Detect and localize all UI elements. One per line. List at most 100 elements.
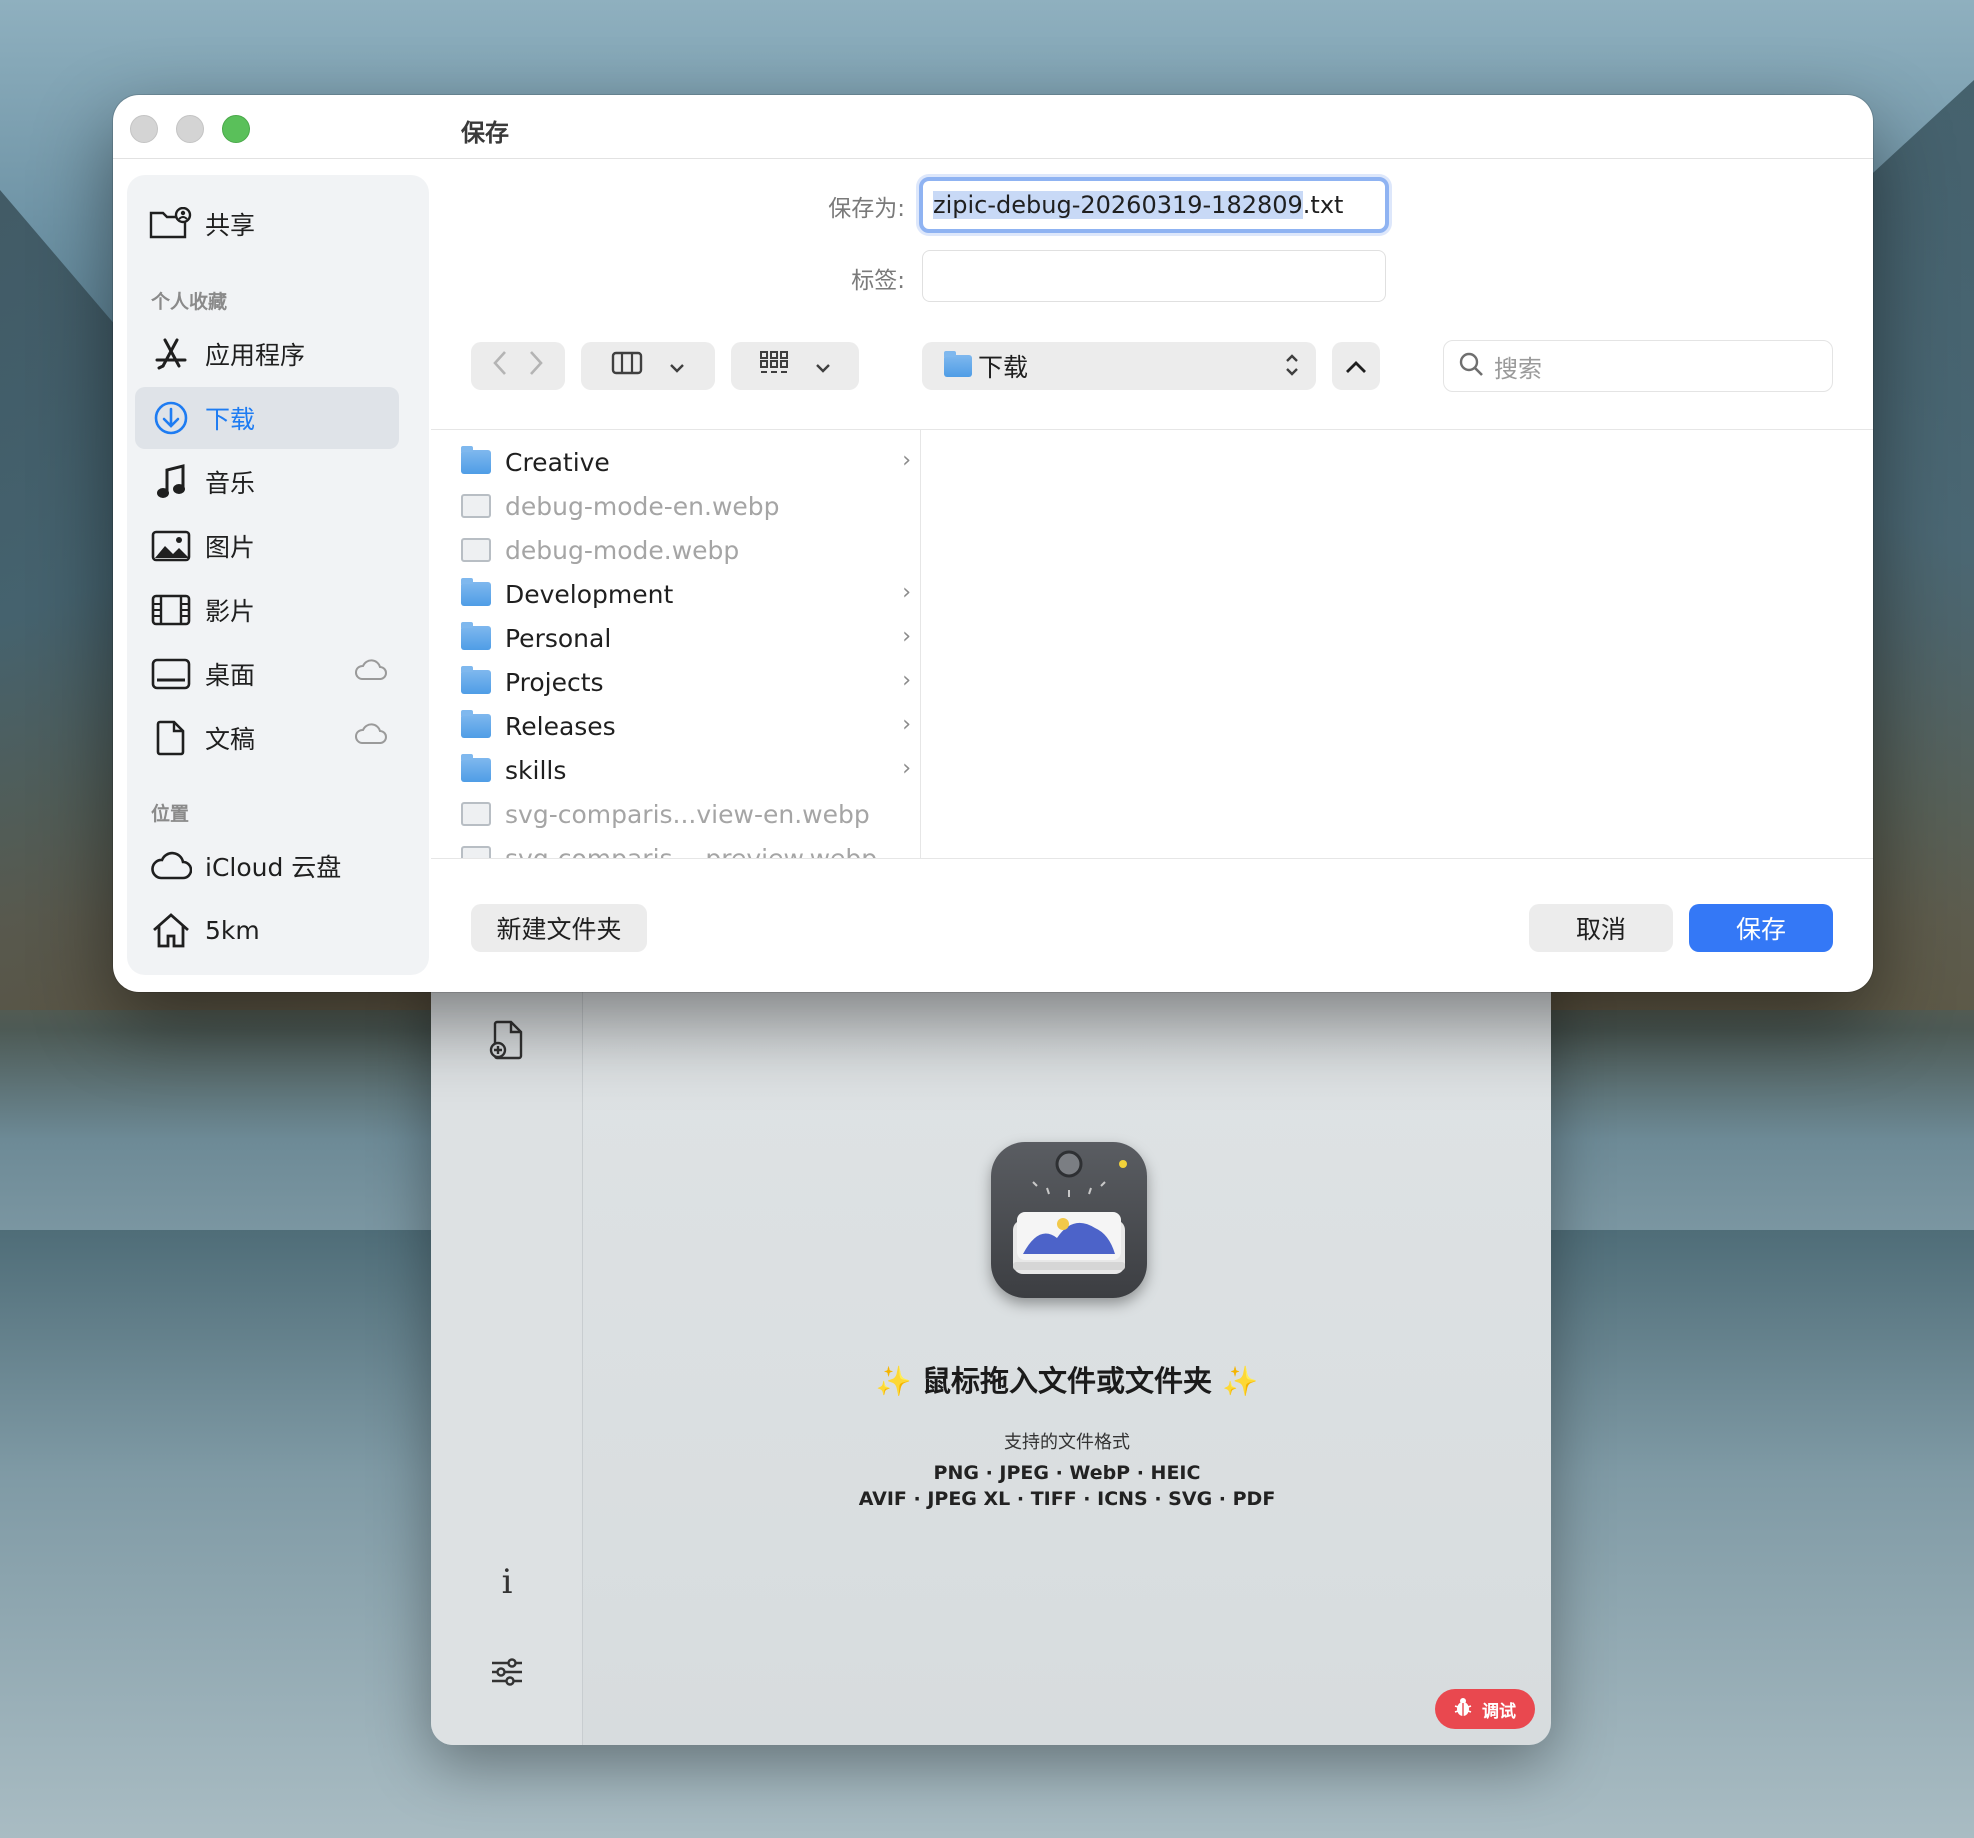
app-store-icon bbox=[149, 332, 193, 376]
chevron-down-icon bbox=[815, 351, 831, 381]
zipic-logo-icon bbox=[991, 1142, 1147, 1298]
list-item: svg-comparis...view-en.webp bbox=[461, 792, 911, 836]
column-view-button[interactable] bbox=[581, 342, 715, 390]
chevron-right-icon: › bbox=[902, 712, 911, 737]
locations-heading: 位置 bbox=[151, 803, 190, 825]
list-item[interactable]: Personal › bbox=[461, 616, 911, 660]
sidebar-item-desktop[interactable]: 桌面 bbox=[135, 643, 399, 705]
sidebar-item-applications[interactable]: 应用程序 bbox=[135, 323, 399, 385]
chevron-right-icon: › bbox=[902, 448, 911, 473]
app-sidebar: i bbox=[431, 950, 583, 1745]
zoom-button[interactable] bbox=[222, 115, 250, 143]
dialog-title: 保存 bbox=[461, 119, 509, 147]
sidebar-item-icloud-drive[interactable]: iCloud 云盘 bbox=[135, 835, 399, 897]
icon-view-button[interactable] bbox=[731, 342, 859, 390]
chevron-right-icon: › bbox=[902, 580, 911, 605]
sidebar-item-music[interactable]: 音乐 bbox=[135, 451, 399, 513]
icloud-status-icon bbox=[355, 659, 387, 680]
list-item[interactable]: skills › bbox=[461, 748, 911, 792]
drop-zone[interactable]: ✨ 鼠标拖入文件或文件夹 ✨ 支持的文件格式 PNG · JPEG · WebP… bbox=[583, 950, 1551, 1745]
finder-sidebar: 共享 个人收藏 应用程序 下载 音乐 图片 影片 桌面 文稿 位置 iCloud… bbox=[127, 175, 429, 975]
new-folder-button[interactable]: 新建文件夹 bbox=[471, 904, 647, 952]
bug-icon bbox=[1454, 1697, 1472, 1722]
sliders-icon[interactable] bbox=[485, 1650, 529, 1694]
close-button[interactable] bbox=[130, 115, 158, 143]
list-item: svg-comparis...-preview.webp bbox=[461, 836, 911, 859]
sidebar-item-shared[interactable]: 共享 bbox=[135, 193, 399, 255]
filename-selected-text: zipic-debug-20260319-182809 bbox=[933, 191, 1303, 219]
image-file-icon bbox=[461, 802, 491, 826]
sidebar-item-label: 应用程序 bbox=[205, 341, 306, 370]
sidebar-item-documents[interactable]: 文稿 bbox=[135, 707, 399, 769]
sidebar-item-label: 文稿 bbox=[205, 725, 256, 754]
file-name: debug-mode.webp bbox=[505, 535, 740, 565]
sidebar-item-home[interactable]: 5km bbox=[135, 899, 399, 961]
list-item[interactable]: Releases › bbox=[461, 704, 911, 748]
minimize-button[interactable] bbox=[176, 115, 204, 143]
image-file-icon bbox=[461, 494, 491, 518]
save-as-label: 保存为: bbox=[828, 196, 905, 222]
file-name: skills bbox=[505, 755, 567, 785]
sidebar-item-label: 下载 bbox=[205, 405, 256, 434]
supported-formats-label: 支持的文件格式 bbox=[1004, 1432, 1130, 1453]
column-view-icon bbox=[611, 351, 643, 382]
shared-folder-icon bbox=[149, 202, 193, 246]
list-item[interactable]: Development › bbox=[461, 572, 911, 616]
desktop-icon bbox=[149, 652, 193, 696]
file-name: Personal bbox=[505, 623, 612, 653]
list-item: debug-mode-en.webp bbox=[461, 484, 911, 528]
downloads-folder-icon bbox=[944, 351, 972, 377]
image-file-icon bbox=[461, 846, 491, 858]
search-field[interactable]: 搜索 bbox=[1443, 340, 1833, 392]
photo-icon bbox=[149, 524, 193, 568]
chevron-right-icon[interactable] bbox=[527, 350, 545, 383]
sidebar-item-movies[interactable]: 影片 bbox=[135, 579, 399, 641]
filename-input[interactable]: zipic-debug-20260319-182809 .txt bbox=[919, 177, 1389, 233]
sidebar-item-label: 影片 bbox=[205, 597, 256, 626]
location-popup[interactable]: 下载 bbox=[922, 342, 1316, 390]
info-icon[interactable]: i bbox=[485, 1560, 529, 1604]
cancel-button[interactable]: 取消 bbox=[1529, 904, 1673, 952]
file-name: svg-comparis...view-en.webp bbox=[505, 799, 870, 829]
chevron-right-icon: › bbox=[902, 668, 911, 693]
add-file-icon[interactable] bbox=[485, 1018, 529, 1062]
cloud-icon bbox=[149, 844, 193, 888]
home-icon bbox=[149, 908, 193, 952]
sidebar-item-label: 图片 bbox=[205, 533, 256, 562]
download-icon bbox=[149, 396, 193, 440]
dialog-titlebar: 保存 bbox=[113, 95, 1873, 159]
drop-title: ✨ 鼠标拖入文件或文件夹 ✨ bbox=[875, 1364, 1259, 1398]
folder-icon bbox=[461, 754, 491, 782]
tags-label: 标签: bbox=[851, 268, 905, 294]
folder-icon bbox=[461, 622, 491, 650]
search-icon bbox=[1458, 351, 1484, 381]
tags-input[interactable] bbox=[922, 250, 1386, 302]
file-name: debug-mode-en.webp bbox=[505, 491, 780, 521]
list-item[interactable]: Creative › bbox=[461, 440, 911, 484]
list-item[interactable]: Projects › bbox=[461, 660, 911, 704]
folder-icon bbox=[461, 578, 491, 606]
expand-collapse-button[interactable] bbox=[1332, 342, 1380, 390]
film-icon bbox=[149, 588, 193, 632]
save-button[interactable]: 保存 bbox=[1689, 904, 1833, 952]
formats-line-1: PNG · JPEG · WebP · HEIC bbox=[933, 1462, 1201, 1484]
list-item: debug-mode.webp bbox=[461, 528, 911, 572]
file-name: Development bbox=[505, 579, 674, 609]
icloud-status-icon bbox=[355, 723, 387, 744]
zipic-main-window: i ✨ 鼠标拖入文件或文件夹 ✨ 支持的文件格式 PNG · JPEG · We… bbox=[431, 950, 1551, 1745]
file-column: Creative › debug-mode-en.webp debug-mode… bbox=[431, 430, 921, 858]
sidebar-item-label: 共享 bbox=[205, 211, 256, 240]
back-forward-buttons[interactable] bbox=[471, 342, 565, 390]
file-name: svg-comparis...-preview.webp bbox=[505, 843, 878, 859]
file-name: Releases bbox=[505, 711, 616, 741]
favorites-heading: 个人收藏 bbox=[151, 291, 228, 313]
debug-badge[interactable]: 调试 bbox=[1435, 1689, 1535, 1729]
chevron-left-icon[interactable] bbox=[491, 350, 509, 383]
folder-icon bbox=[461, 666, 491, 694]
sidebar-item-label: 桌面 bbox=[205, 661, 256, 690]
folder-icon bbox=[461, 446, 491, 474]
sidebar-item-downloads[interactable]: 下载 bbox=[135, 387, 399, 449]
sidebar-item-pictures[interactable]: 图片 bbox=[135, 515, 399, 577]
grid-view-icon bbox=[759, 350, 789, 383]
sidebar-item-label: iCloud 云盘 bbox=[205, 853, 342, 882]
